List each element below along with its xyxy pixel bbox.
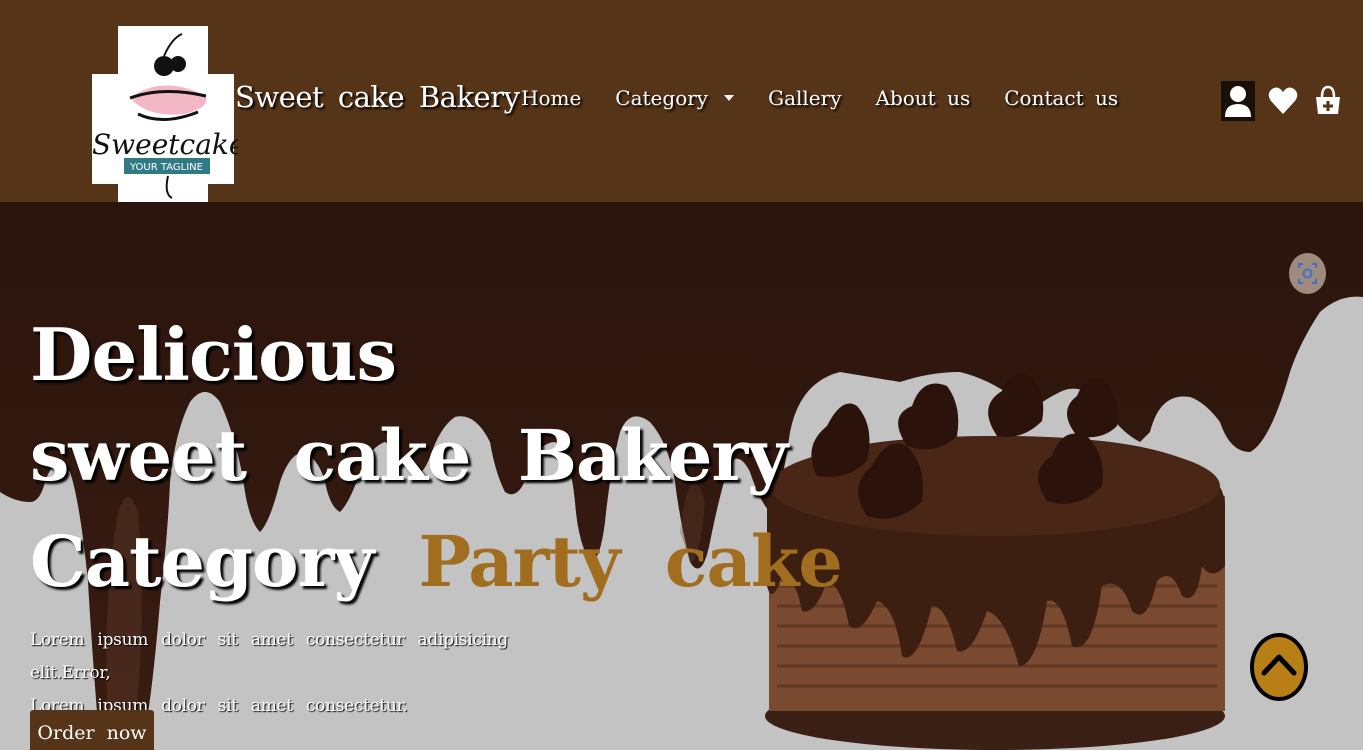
hero-category-label: Category — [30, 520, 374, 603]
logo[interactable]: Sweetcake YOUR TAGLINE — [88, 26, 238, 202]
main-nav: Home Category Gallery About us Contact u… — [521, 86, 1152, 110]
logo-text: Sweetcake — [92, 128, 238, 161]
navbar: Sweetcake YOUR TAGLINE Sweet cake Bakery… — [0, 0, 1363, 202]
scroll-to-top-button[interactable] — [1250, 633, 1308, 701]
nav-home[interactable]: Home — [521, 86, 581, 110]
nav-gallery[interactable]: Gallery — [768, 86, 841, 110]
hero-heading-line3: Category Party cake — [30, 520, 843, 603]
hero-category-accent: Party cake — [418, 520, 843, 603]
chevron-down-icon — [724, 95, 735, 101]
hero-description: Lorem ipsum dolor sit amet consectetur a… — [30, 624, 590, 723]
chevron-up-icon — [1261, 654, 1297, 676]
heart-icon[interactable] — [1267, 85, 1299, 117]
hero-description-line1: Lorem ipsum dolor sit amet consectetur a… — [30, 630, 508, 683]
shopping-bag-icon[interactable] — [1314, 85, 1342, 117]
nav-category-label: Category — [615, 86, 709, 110]
site-title[interactable]: Sweet cake Bakery — [235, 80, 520, 114]
hero-heading-line2: sweet cake Bakery — [30, 414, 788, 497]
nav-category[interactable]: Category — [615, 86, 735, 110]
screenshot-scan-icon[interactable] — [1289, 253, 1326, 294]
hero-heading-line1: Delicious — [30, 312, 397, 397]
user-icon[interactable] — [1221, 81, 1255, 121]
logo-tagline: YOUR TAGLINE — [129, 162, 203, 173]
nav-about-us[interactable]: About us — [876, 86, 971, 110]
nav-contact-us[interactable]: Contact us — [1004, 86, 1118, 110]
order-now-button[interactable]: Order now — [30, 710, 154, 750]
